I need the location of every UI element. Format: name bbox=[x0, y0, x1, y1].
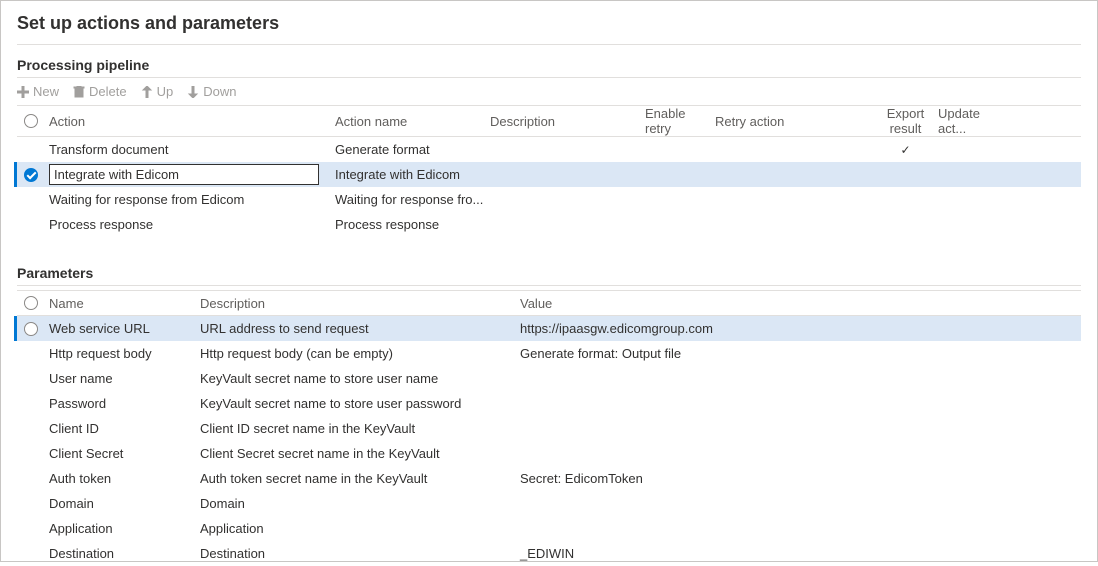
cell-action[interactable]: Transform document bbox=[45, 142, 335, 157]
new-button[interactable]: New bbox=[17, 84, 59, 99]
pipeline-header: Processing pipeline bbox=[17, 51, 1081, 78]
cell-param-name[interactable]: Client ID bbox=[45, 421, 200, 436]
col-description[interactable]: Description bbox=[490, 114, 645, 129]
pipeline-section: Processing pipeline New Delete Up Down A… bbox=[1, 51, 1097, 237]
pipeline-row[interactable]: Process responseProcess response bbox=[17, 212, 1081, 237]
cell-export-result[interactable]: ✓ bbox=[873, 142, 938, 157]
param-row[interactable]: Web service URLURL address to send reque… bbox=[14, 316, 1081, 341]
cell-param-name[interactable]: Http request body bbox=[45, 346, 200, 361]
param-row[interactable]: Auth tokenAuth token secret name in the … bbox=[17, 466, 1081, 491]
param-row[interactable]: User nameKeyVault secret name to store u… bbox=[17, 366, 1081, 391]
cell-param-name[interactable]: Destination bbox=[45, 546, 200, 561]
cell-param-description[interactable]: KeyVault secret name to store user passw… bbox=[200, 396, 520, 411]
param-row[interactable]: DestinationDestination_EDIWIN bbox=[17, 541, 1081, 566]
cell-param-name[interactable]: Domain bbox=[45, 496, 200, 511]
col-retry-action[interactable]: Retry action bbox=[715, 114, 873, 129]
radio-icon bbox=[24, 322, 38, 336]
cell-param-description[interactable]: KeyVault secret name to store user name bbox=[200, 371, 520, 386]
cell-action[interactable]: Waiting for response from Edicom bbox=[45, 192, 335, 207]
pipeline-grid-header: Action Action name Description Enable re… bbox=[17, 105, 1081, 137]
cell-action-name[interactable]: Integrate with Edicom bbox=[335, 167, 490, 182]
cell-param-description[interactable]: Destination bbox=[200, 546, 520, 561]
delete-label: Delete bbox=[89, 84, 127, 99]
cell-action-name[interactable]: Process response bbox=[335, 217, 490, 232]
parameters-section: Parameters Name Description Value Web se… bbox=[1, 259, 1097, 566]
pipeline-row[interactable]: Integrate with Edicom Integrate with Edic… bbox=[14, 162, 1081, 187]
cell-action[interactable]: Integrate with Edicom bbox=[45, 164, 335, 185]
parameters-grid-header: Name Description Value bbox=[17, 290, 1081, 316]
divider bbox=[17, 44, 1081, 45]
radio-checked-icon bbox=[24, 168, 38, 182]
col-param-value[interactable]: Value bbox=[520, 296, 1020, 311]
trash-icon bbox=[73, 86, 85, 98]
cell-param-name[interactable]: Application bbox=[45, 521, 200, 536]
cell-param-value[interactable]: Secret: EdicomToken bbox=[520, 471, 1020, 486]
col-update-action[interactable]: Update act... bbox=[938, 106, 1003, 136]
row-selector[interactable] bbox=[17, 322, 45, 336]
pipeline-row[interactable]: Transform documentGenerate format ✓ bbox=[17, 137, 1081, 162]
cell-param-name[interactable]: Password bbox=[45, 396, 200, 411]
param-row[interactable]: Http request bodyHttp request body (can … bbox=[17, 341, 1081, 366]
cell-param-description[interactable]: Auth token secret name in the KeyVault bbox=[200, 471, 520, 486]
cell-param-description[interactable]: URL address to send request bbox=[200, 321, 520, 336]
cell-action-name[interactable]: Generate format bbox=[335, 142, 490, 157]
param-row[interactable]: Client SecretClient Secret secret name i… bbox=[17, 441, 1081, 466]
col-action[interactable]: Action bbox=[45, 114, 335, 129]
cell-param-value[interactable]: Generate format: Output file bbox=[520, 346, 1020, 361]
cell-param-description[interactable]: Client ID secret name in the KeyVault bbox=[200, 421, 520, 436]
cell-param-name[interactable]: Auth token bbox=[45, 471, 200, 486]
up-label: Up bbox=[157, 84, 174, 99]
pipeline-row[interactable]: Waiting for response from EdicomWaiting … bbox=[17, 187, 1081, 212]
check-icon: ✓ bbox=[900, 143, 910, 157]
cell-param-name[interactable]: Client Secret bbox=[45, 446, 200, 461]
param-row[interactable]: ApplicationApplication bbox=[17, 516, 1081, 541]
col-param-name[interactable]: Name bbox=[45, 296, 200, 311]
col-action-name[interactable]: Action name bbox=[335, 114, 490, 129]
new-label: New bbox=[33, 84, 59, 99]
select-all[interactable] bbox=[17, 114, 45, 128]
param-row[interactable]: PasswordKeyVault secret name to store us… bbox=[17, 391, 1081, 416]
cell-action[interactable]: Process response bbox=[45, 217, 335, 232]
col-enable-retry[interactable]: Enable retry bbox=[645, 106, 715, 136]
parameters-grid: Name Description Value Web service URLUR… bbox=[17, 290, 1081, 566]
radio-icon bbox=[24, 114, 38, 128]
parameters-header: Parameters bbox=[17, 259, 1081, 286]
cell-param-description[interactable]: Http request body (can be empty) bbox=[200, 346, 520, 361]
page-title: Set up actions and parameters bbox=[1, 1, 1097, 44]
cell-param-description[interactable]: Client Secret secret name in the KeyVaul… bbox=[200, 446, 520, 461]
section-gap bbox=[1, 237, 1097, 259]
arrow-down-icon bbox=[187, 86, 199, 98]
cell-param-description[interactable]: Application bbox=[200, 521, 520, 536]
pipeline-toolbar: New Delete Up Down bbox=[17, 78, 1081, 105]
action-input[interactable]: Integrate with Edicom bbox=[49, 164, 319, 185]
cell-param-value[interactable]: https://ipaasgw.edicomgroup.com bbox=[520, 321, 1020, 336]
down-label: Down bbox=[203, 84, 236, 99]
cell-param-name[interactable]: User name bbox=[45, 371, 200, 386]
select-all-params[interactable] bbox=[17, 296, 45, 310]
down-button[interactable]: Down bbox=[187, 84, 236, 99]
arrow-up-icon bbox=[141, 86, 153, 98]
radio-icon bbox=[24, 296, 38, 310]
cell-param-name[interactable]: Web service URL bbox=[45, 321, 200, 336]
up-button[interactable]: Up bbox=[141, 84, 174, 99]
row-selector[interactable] bbox=[17, 168, 45, 182]
delete-button[interactable]: Delete bbox=[73, 84, 127, 99]
pipeline-grid: Action Action name Description Enable re… bbox=[17, 105, 1081, 237]
param-row[interactable]: DomainDomain bbox=[17, 491, 1081, 516]
cell-action-name[interactable]: Waiting for response fro... bbox=[335, 192, 490, 207]
col-param-description[interactable]: Description bbox=[200, 296, 520, 311]
cell-param-value[interactable]: _EDIWIN bbox=[520, 546, 1020, 561]
col-export-result[interactable]: Export result bbox=[873, 106, 938, 136]
plus-icon bbox=[17, 86, 29, 98]
param-row[interactable]: Client IDClient ID secret name in the Ke… bbox=[17, 416, 1081, 441]
cell-param-description[interactable]: Domain bbox=[200, 496, 520, 511]
